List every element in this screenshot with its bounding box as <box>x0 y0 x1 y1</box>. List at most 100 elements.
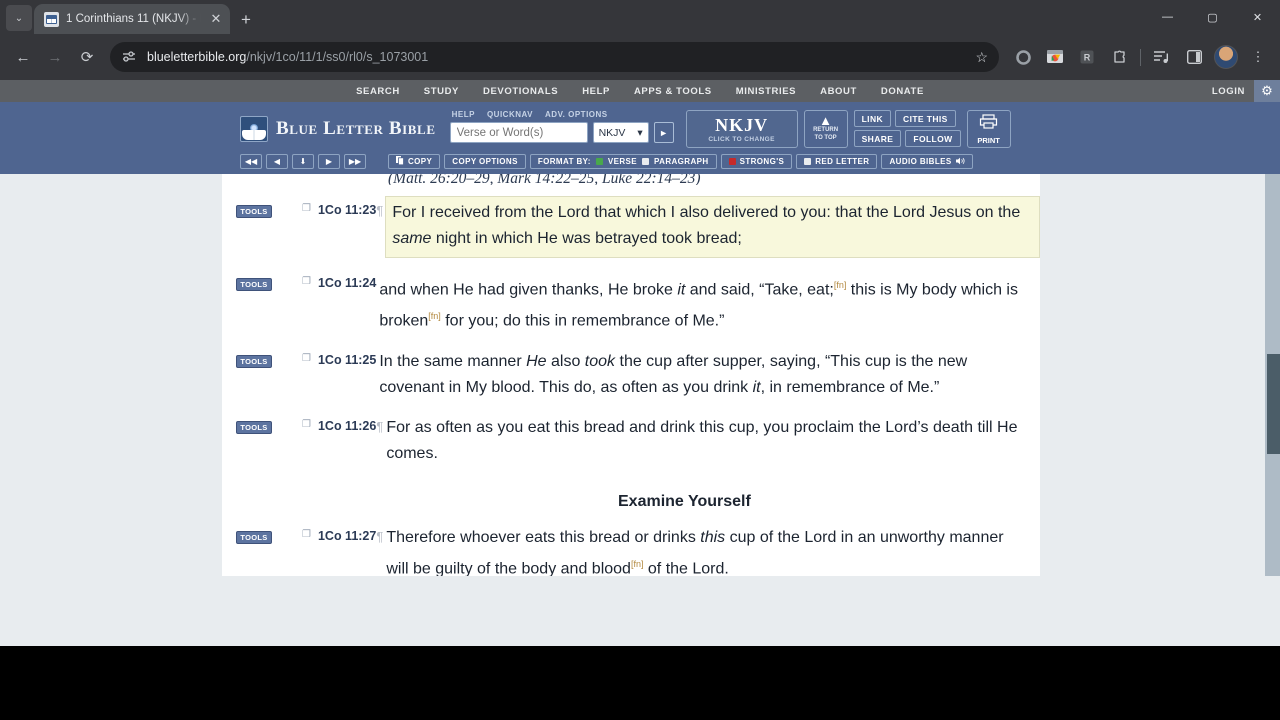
nav-ministries[interactable]: MINISTRIES <box>736 86 796 97</box>
verse-reference[interactable]: 1Co 11:26 <box>318 419 376 433</box>
prev-chapter-button[interactable]: ◀ <box>266 154 288 169</box>
jump-down-button[interactable]: ⬇ <box>292 154 314 169</box>
side-panel-icon[interactable] <box>1180 43 1208 71</box>
page-scrollbar[interactable] <box>1265 174 1280 576</box>
follow-button[interactable]: FOLLOW <box>905 130 961 147</box>
verse-label: VERSE <box>607 157 637 166</box>
avatar[interactable] <box>1212 43 1240 71</box>
forward-icon[interactable]: → <box>40 42 70 72</box>
next-chapter-button[interactable]: ▶ <box>318 154 340 169</box>
bookmark-star-icon[interactable]: ☆ <box>975 49 988 66</box>
search-adv-options-link[interactable]: ADV. OPTIONS <box>545 110 608 119</box>
verse-copy-icon[interactable]: ❐ <box>302 529 311 540</box>
new-tab-button[interactable]: + <box>241 11 251 28</box>
verse-tools-button[interactable]: TOOLS <box>236 530 272 544</box>
strongs-checkbox-icon[interactable] <box>728 158 736 165</box>
speaker-icon <box>955 157 965 167</box>
verse-row: TOOLS ❐ 1Co 11:23 ¶ For I received from the … <box>222 196 1040 258</box>
strongs-label: STRONG'S <box>739 157 785 166</box>
copy-button[interactable]: COPY <box>388 154 441 169</box>
chrome-menu-icon[interactable]: ⋮ <box>1244 43 1272 71</box>
tab-close-icon[interactable]: ✕ <box>208 11 224 27</box>
url-domain: blueletterbible.org <box>147 50 247 64</box>
format-by-group[interactable]: FORMAT BY: VERSE PARAGRAPH <box>529 154 717 169</box>
verse-checkbox-icon[interactable] <box>595 158 603 165</box>
verse-text: Therefore whoever eats this bread or dri… <box>386 528 1004 576</box>
site-masthead: Blue Letter Bible HELP QUICKNAV ADV. OPT… <box>0 102 1280 154</box>
search-area: HELP QUICKNAV ADV. OPTIONS NKJV ▾ ► <box>449 110 674 143</box>
login-link[interactable]: LOGIN <box>1212 86 1254 97</box>
profile-circle-icon[interactable] <box>1009 43 1037 71</box>
search-quicknav-link[interactable]: QUICKNAV <box>487 110 533 119</box>
svg-text:R: R <box>1084 53 1091 63</box>
red-letter-label: RED LETTER <box>815 157 870 166</box>
verse-text: and when He had given thanks, He broke i… <box>379 280 1018 330</box>
nav-donate[interactable]: DONATE <box>881 86 924 97</box>
screen-letterbox <box>0 646 1280 720</box>
red-letter-checkbox-icon[interactable] <box>804 158 812 165</box>
maximize-button[interactable]: ▢ <box>1190 0 1235 34</box>
printer-icon <box>979 113 998 134</box>
strongs-toggle[interactable]: STRONG'S <box>720 154 793 169</box>
toolbar-divider <box>1140 48 1141 66</box>
verse-tools-button[interactable]: TOOLS <box>236 420 272 434</box>
verse-tools-button[interactable]: TOOLS <box>236 354 272 368</box>
verse-reference[interactable]: 1Co 11:25 <box>318 353 376 367</box>
print-label: PRINT <box>977 135 1000 145</box>
version-select[interactable]: NKJV ▾ <box>592 122 649 143</box>
top-right-controls: LOGIN ⚙ <box>1212 80 1280 102</box>
verse-row: TOOLS ❐ 1Co 11:24 and when He had given tha… <box>222 272 1040 335</box>
browser-tab[interactable]: 1 Corinthians 11 (NKJV) - Imitate ✕ <box>34 4 230 34</box>
page-viewport: SEARCH STUDY DEVOTIONALS HELP APPS & TOO… <box>0 80 1280 646</box>
share-button[interactable]: SHARE <box>853 130 902 147</box>
red-letter-toggle[interactable]: RED LETTER <box>796 154 878 169</box>
tab-search-button[interactable]: ⌄ <box>6 5 32 31</box>
scrollbar-thumb[interactable] <box>1267 354 1280 454</box>
nav-about[interactable]: ABOUT <box>820 86 857 97</box>
search-help-link[interactable]: HELP <box>452 110 475 119</box>
nav-search[interactable]: SEARCH <box>356 86 400 97</box>
cite-this-button[interactable]: CITE THIS <box>895 110 956 127</box>
verse-tools-button[interactable]: TOOLS <box>236 278 272 291</box>
verse-text: In the same manner He also took the cup … <box>379 352 968 396</box>
verse-copy-icon[interactable]: ❐ <box>302 419 311 430</box>
search-submit-button[interactable]: ► <box>653 122 674 143</box>
search-input[interactable] <box>449 122 588 143</box>
audio-bibles-button[interactable]: AUDIO BIBLES <box>881 154 973 169</box>
first-chapter-button[interactable]: ◀◀ <box>240 154 262 169</box>
verse-copy-icon[interactable]: ❐ <box>302 203 311 214</box>
verse-reference[interactable]: 1Co 11:23 <box>318 203 376 217</box>
minimize-button[interactable]: — <box>1145 0 1190 34</box>
nav-help[interactable]: HELP <box>582 86 610 97</box>
version-change-button[interactable]: NKJV CLICK TO CHANGE <box>685 110 798 148</box>
back-icon[interactable]: ← <box>8 42 38 72</box>
verse-reference[interactable]: 1Co 11:24 <box>318 276 376 290</box>
site-logo[interactable]: Blue Letter Bible <box>240 110 436 142</box>
copy-icon <box>396 156 404 167</box>
section-heading: Examine Yourself <box>618 492 751 510</box>
verse-reference[interactable]: 1Co 11:27 <box>318 529 376 543</box>
paragraph-checkbox-icon[interactable] <box>642 158 649 165</box>
link-button[interactable]: LINK <box>853 110 892 127</box>
chrome-store-icon[interactable] <box>1041 43 1069 71</box>
close-window-button[interactable]: ✕ <box>1235 0 1280 34</box>
site-settings-icon[interactable] <box>121 49 138 65</box>
nav-study[interactable]: STUDY <box>424 86 459 97</box>
address-bar[interactable]: blueletterbible.org/nkjv/1co/11/1/ss0/rl… <box>110 42 999 72</box>
gear-icon[interactable]: ⚙ <box>1254 80 1280 102</box>
verse-copy-icon[interactable]: ❐ <box>302 276 311 287</box>
nav-devotionals[interactable]: DEVOTIONALS <box>483 86 558 97</box>
verse-tools-button[interactable]: TOOLS <box>236 205 272 218</box>
print-button[interactable]: PRINT <box>966 110 1011 148</box>
reload-icon[interactable]: ⟳ <box>72 42 102 72</box>
nav-apps-tools[interactable]: APPS & TOOLS <box>634 86 712 97</box>
verse-copy-icon[interactable]: ❐ <box>302 353 311 364</box>
copy-options-button[interactable]: COPY OPTIONS <box>444 154 526 169</box>
version-select-value: NKJV <box>598 126 626 139</box>
return-to-top-button[interactable]: ▲ RETURN TO TOP <box>803 110 848 148</box>
puzzle-extension-icon[interactable] <box>1105 43 1133 71</box>
reader-extension-icon[interactable]: R <box>1073 43 1101 71</box>
audio-bibles-label: AUDIO BIBLES <box>889 157 952 166</box>
last-chapter-button[interactable]: ▶▶ <box>344 154 366 169</box>
reading-list-icon[interactable] <box>1148 43 1176 71</box>
